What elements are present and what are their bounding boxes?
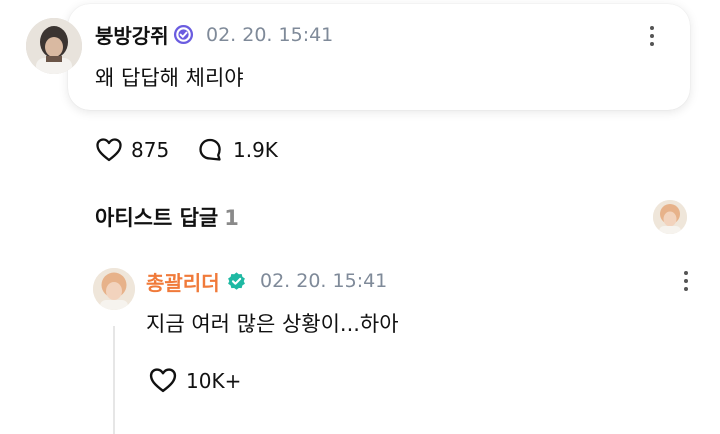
- reply-timestamp: 02. 20. 15:41: [260, 270, 388, 292]
- speech-bubble-icon: [199, 138, 221, 161]
- user-avatar[interactable]: [26, 18, 82, 74]
- verified-badge-icon: [173, 24, 194, 45]
- verified-badge-icon: [228, 272, 245, 290]
- post-like-button[interactable]: 875: [95, 137, 169, 163]
- post-comment-count: 1.9K: [233, 138, 278, 162]
- reply-thread-line: [113, 326, 115, 434]
- reply-more-icon[interactable]: [682, 271, 690, 295]
- post-more-icon[interactable]: [648, 26, 656, 50]
- reply-like-button[interactable]: 10K+: [148, 367, 241, 394]
- artist-avatar[interactable]: [93, 268, 135, 310]
- artist-avatar-small[interactable]: [653, 200, 687, 234]
- artist-avatar-image: [93, 268, 135, 310]
- artist-username[interactable]: 총괄리더: [146, 267, 220, 296]
- post-comment-button[interactable]: 1.9K: [197, 137, 278, 163]
- post-timestamp: 02. 20. 15:41: [206, 24, 334, 46]
- reply-text: 지금 여러 많은 상황이...하아: [146, 312, 399, 336]
- section-count: 1: [224, 206, 239, 230]
- post-like-count: 875: [131, 138, 170, 162]
- user-avatar-image: [26, 18, 82, 74]
- post-text: 왜 답답해 체리야: [95, 66, 244, 90]
- artist-avatar-small-image: [653, 200, 687, 234]
- reply-like-count: 10K+: [186, 368, 242, 393]
- section-title-text: 아티스트 답글: [95, 206, 219, 230]
- heart-outline-icon: [96, 138, 122, 162]
- post-username[interactable]: 붕방강쥐: [95, 20, 169, 49]
- heart-outline-icon: [149, 368, 177, 393]
- artist-reply-section-title: 아티스트 답글 1: [95, 202, 239, 232]
